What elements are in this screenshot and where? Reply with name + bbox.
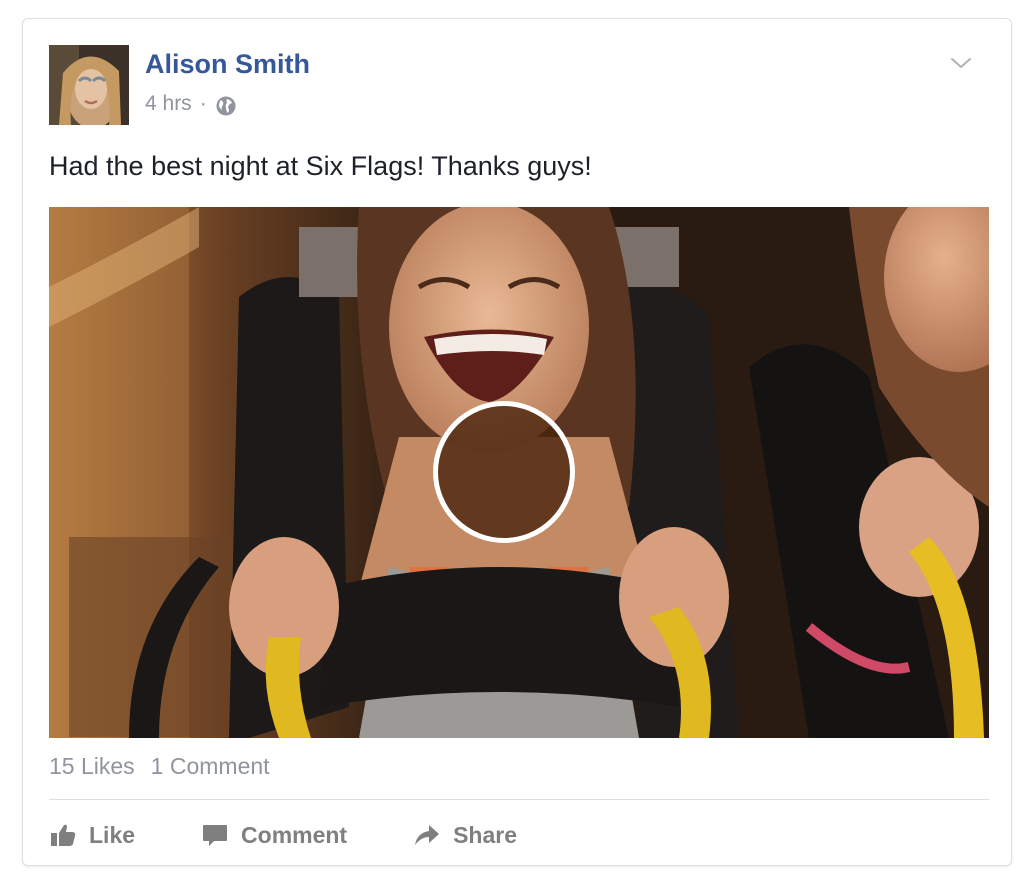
author-avatar[interactable] bbox=[49, 45, 129, 125]
like-button[interactable]: Like bbox=[49, 821, 135, 849]
author-name-link[interactable]: Alison Smith bbox=[145, 49, 310, 80]
post-text: Had the best night at Six Flags! Thanks … bbox=[49, 151, 592, 181]
post-timestamp[interactable]: 4 hrs bbox=[145, 92, 192, 116]
globe-icon[interactable] bbox=[215, 95, 237, 117]
post-meta: 4 hrs · bbox=[145, 91, 237, 117]
avatar-photo bbox=[49, 45, 129, 125]
post-actions-bar: Like Comment Share bbox=[49, 815, 517, 855]
post-options-chevron-down-icon[interactable] bbox=[949, 51, 973, 75]
speech-bubble-icon bbox=[201, 821, 229, 849]
comments-count-link[interactable]: 1 Comment bbox=[151, 753, 270, 780]
share-button[interactable]: Share bbox=[413, 821, 517, 849]
like-button-label: Like bbox=[89, 821, 136, 848]
comment-button[interactable]: Comment bbox=[201, 821, 347, 849]
play-circle-icon[interactable] bbox=[433, 401, 575, 543]
likes-count-link[interactable]: 15 Likes bbox=[49, 753, 135, 780]
actions-divider bbox=[49, 799, 989, 800]
thumbs-up-icon bbox=[49, 821, 77, 849]
share-arrow-icon bbox=[413, 821, 441, 849]
share-button-label: Share bbox=[453, 821, 518, 848]
post-video[interactable] bbox=[49, 207, 989, 738]
post-card: Alison Smith 4 hrs · Had the best night … bbox=[22, 18, 1012, 866]
meta-separator: · bbox=[199, 92, 207, 115]
post-stats: 15 Likes 1 Comment bbox=[49, 753, 270, 780]
comment-button-label: Comment bbox=[241, 821, 348, 848]
